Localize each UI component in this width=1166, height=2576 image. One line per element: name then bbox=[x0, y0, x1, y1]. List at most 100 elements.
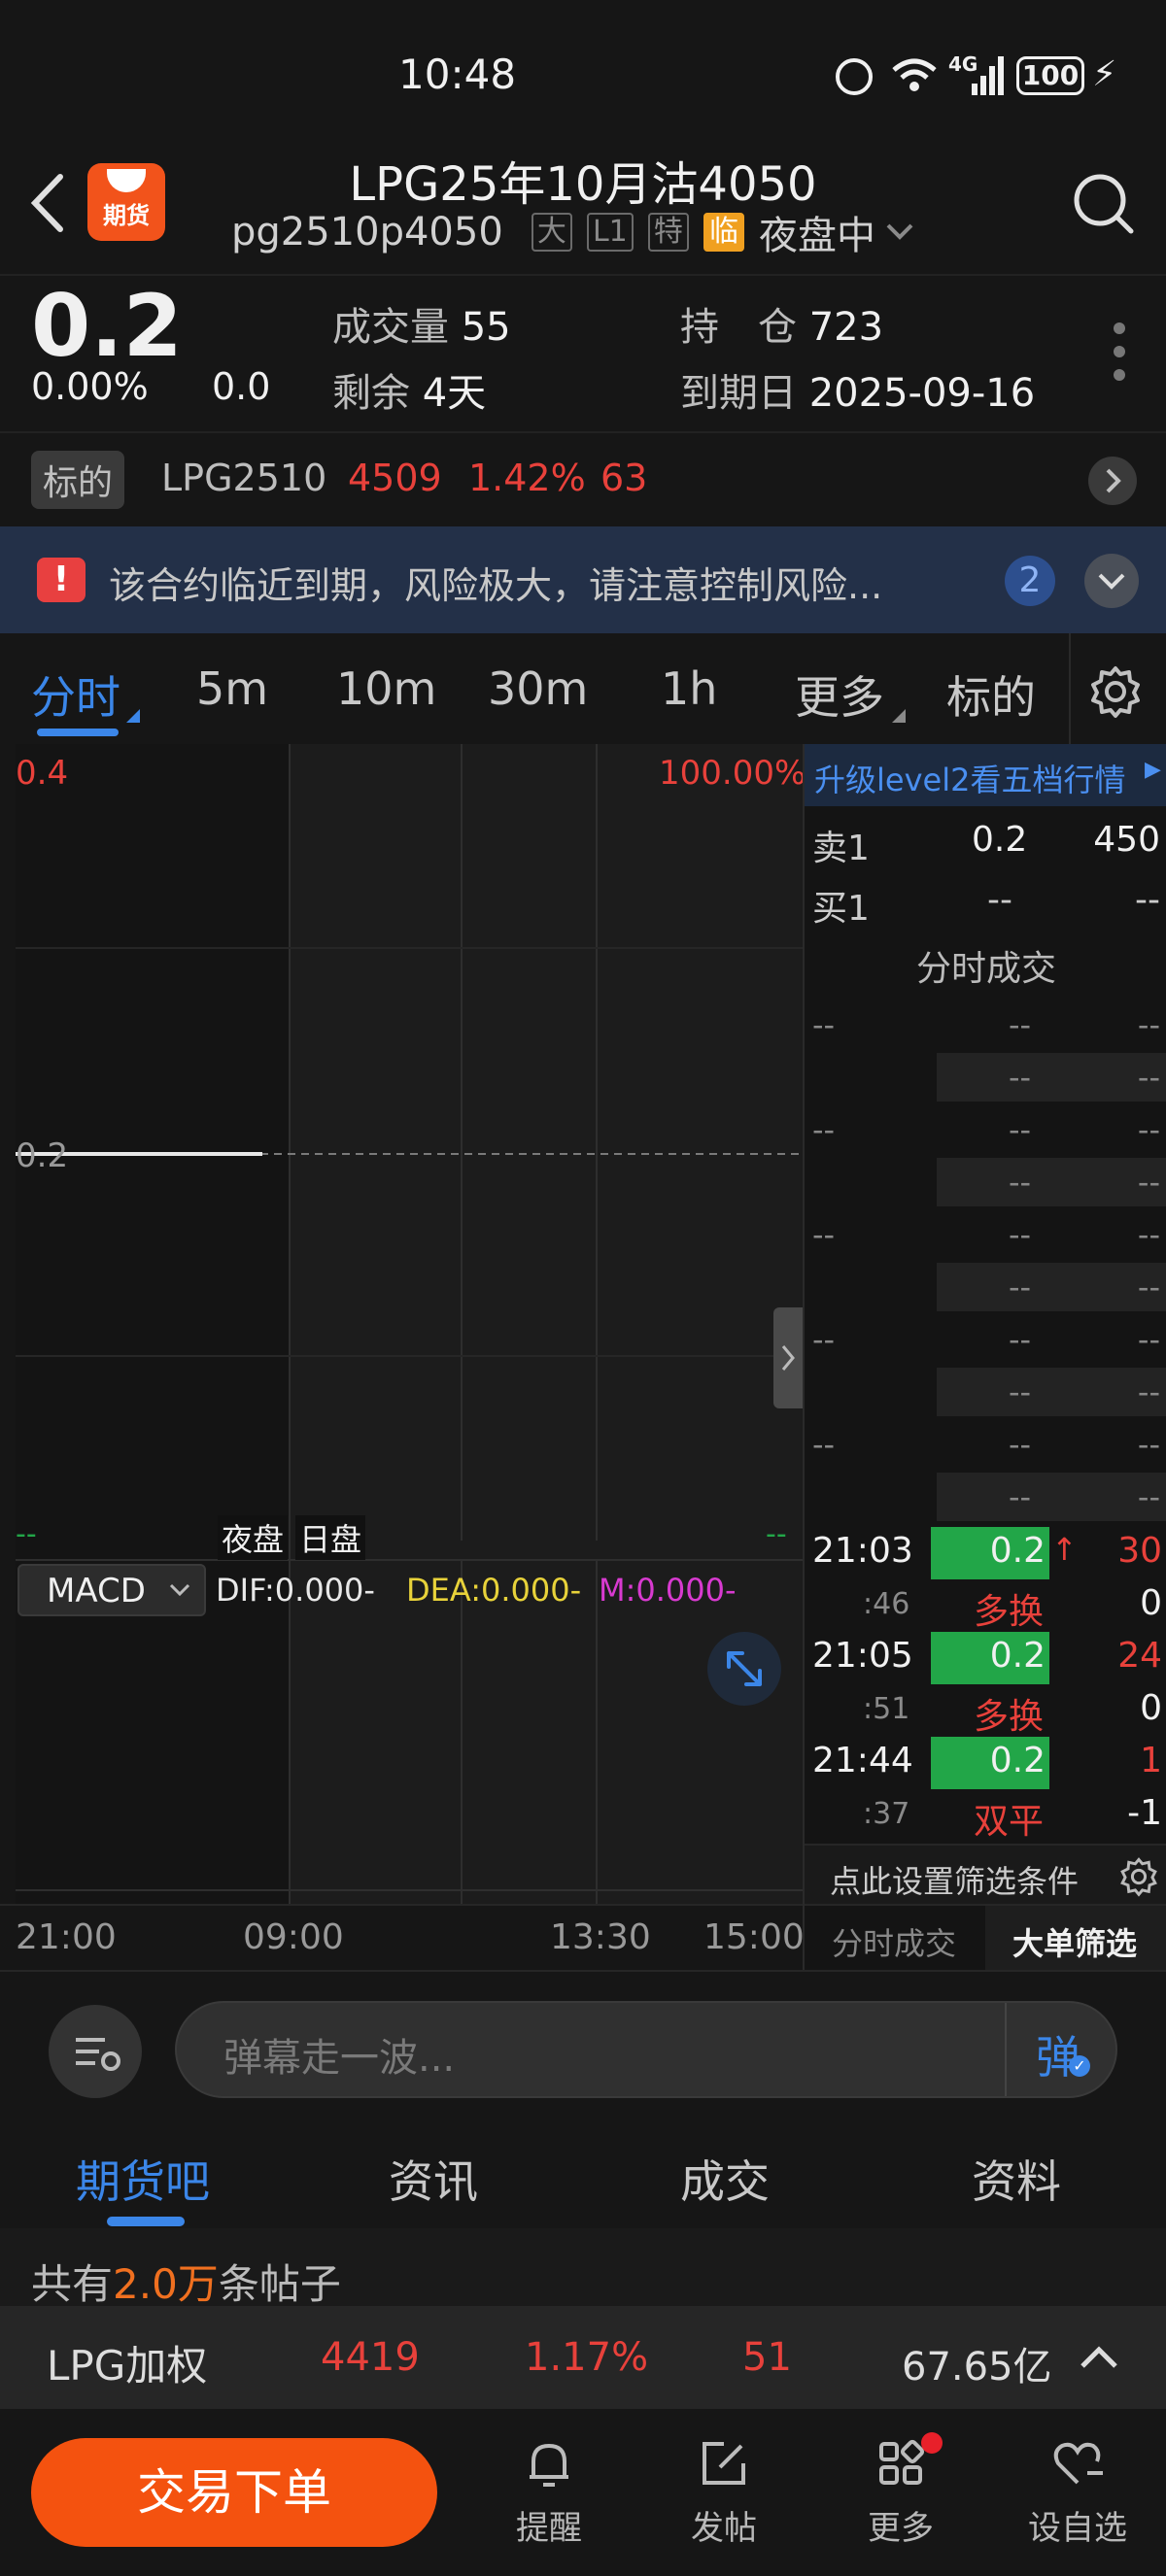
trade-type: 多换 bbox=[974, 1592, 1045, 1632]
empty-trade-row: -- -- bbox=[805, 1366, 1166, 1418]
upgrade-text: 升级level2看五档行情 bbox=[814, 762, 1126, 798]
underlying-percent: 1.42% bbox=[468, 457, 586, 499]
night-session-label: 夜盘 bbox=[218, 1515, 289, 1560]
danmu-toggle-button[interactable] bbox=[49, 2005, 142, 2098]
empty-cell: -- bbox=[812, 1111, 836, 1148]
bid-label: 买1 bbox=[812, 889, 870, 929]
watchlist-label: 设自选 bbox=[1028, 2509, 1127, 2548]
empty-cell: -- bbox=[1137, 1478, 1160, 1515]
post-button[interactable]: 发帖 bbox=[670, 2434, 777, 2549]
heart-plus-icon bbox=[1053, 2442, 1103, 2485]
trade-seconds: :51 bbox=[863, 1692, 910, 1726]
upgrade-level2-link[interactable]: 升级level2看五档行情 ▶ bbox=[805, 744, 1166, 806]
tab-forum[interactable]: 期货吧 bbox=[76, 2147, 210, 2211]
quote-panel: 0.2 0.00% 0.0 成交量 55 剩余 4天 持 仓 723 到期日 2… bbox=[0, 274, 1166, 429]
tab-10m[interactable]: 10m bbox=[336, 662, 436, 715]
expiry-value: 2025-09-16 bbox=[808, 371, 1036, 416]
more-vertical-icon[interactable] bbox=[1114, 322, 1125, 381]
bottom-action-bar: 交易下单 提醒 发帖 更多 设自选 bbox=[0, 2409, 1166, 2576]
indicator-select[interactable]: MACD bbox=[17, 1564, 206, 1616]
search-button[interactable] bbox=[1069, 169, 1137, 241]
expand-warning-button[interactable] bbox=[1084, 554, 1139, 608]
trade-order-label: 交易下单 bbox=[137, 2464, 331, 2521]
remind-button[interactable]: 提醒 bbox=[496, 2434, 602, 2549]
chevron-down-icon bbox=[169, 1583, 190, 1597]
trade-time: 21:03 bbox=[812, 1531, 913, 1571]
risk-warning-banner[interactable]: ! 该合约临近到期，风险极大，请注意控制风险... 2 bbox=[0, 526, 1166, 633]
tag-special: 特 bbox=[647, 213, 689, 252]
tab-intraday[interactable]: 分时 bbox=[31, 662, 120, 727]
tab-underlying[interactable]: 标的 bbox=[946, 662, 1036, 727]
ticker-amount: 67.65亿 bbox=[902, 2345, 1052, 2390]
empty-trade-row: -- -- bbox=[805, 1051, 1166, 1103]
chart-settings-button[interactable] bbox=[1086, 662, 1145, 725]
posts-count-value: 2.0万 bbox=[113, 2260, 219, 2308]
more-label: 更多 bbox=[868, 2509, 934, 2548]
alarm-icon bbox=[836, 58, 873, 95]
empty-cell: -- bbox=[812, 1006, 836, 1043]
empty-cell: -- bbox=[1009, 1216, 1032, 1253]
ticker-name: LPG加权 bbox=[47, 2342, 208, 2390]
empty-cell: -- bbox=[1137, 1373, 1160, 1410]
search-icon bbox=[1074, 174, 1134, 234]
empty-trade-row: -- -- bbox=[805, 1156, 1166, 1208]
underlying-code: LPG2510 bbox=[161, 457, 327, 499]
tab-30m[interactable]: 30m bbox=[488, 662, 588, 715]
empty-trade-row: -- -- -- bbox=[805, 1103, 1166, 1156]
tab-deals[interactable]: 成交 bbox=[680, 2147, 770, 2211]
volume-value: 55 bbox=[461, 305, 511, 350]
tab-1h[interactable]: 1h bbox=[661, 662, 717, 715]
trades-section-title: 分时成交 bbox=[915, 949, 1056, 989]
index-ticker[interactable]: LPG加权 4419 1.17% 51 67.65亿 bbox=[0, 2306, 1166, 2409]
x-label-2100: 21:00 bbox=[16, 1917, 117, 1957]
notification-dot bbox=[921, 2432, 943, 2454]
empty-trade-row: -- -- -- bbox=[805, 999, 1166, 1051]
empty-cell: -- bbox=[1137, 1059, 1160, 1096]
intraday-chart[interactable]: 0.4 100.00% 0.2 -- -- 夜盘 日盘 MACD DIF:0.0… bbox=[16, 744, 806, 1904]
trade-order-button[interactable]: 交易下单 bbox=[31, 2438, 437, 2547]
alert-icon: ! bbox=[37, 558, 86, 602]
empty-cell: -- bbox=[1137, 1006, 1160, 1043]
empty-cell: -- bbox=[1009, 1006, 1032, 1043]
chevron-right-icon[interactable] bbox=[1088, 457, 1137, 505]
x-label-1330: 13:30 bbox=[550, 1917, 651, 1957]
x-label-1500: 15:00 bbox=[703, 1917, 805, 1957]
trade-row-detail: :37 双平 -1 bbox=[805, 1789, 1166, 1842]
danmu-input[interactable]: 弹幕走一波... 弹 ✓ bbox=[175, 2001, 1117, 2098]
ask-volume: 450 bbox=[1093, 820, 1160, 860]
more-button[interactable]: 更多 bbox=[847, 2432, 954, 2549]
tab-trades[interactable]: 分时成交 bbox=[832, 1919, 956, 1964]
tab-big-orders[interactable]: 大单筛选 bbox=[1012, 1919, 1137, 1964]
chevron-up-icon[interactable] bbox=[1075, 2335, 1123, 2380]
remind-label: 提醒 bbox=[516, 2509, 582, 2548]
chevron-down-icon[interactable] bbox=[880, 218, 919, 247]
session-status[interactable]: 夜盘中 bbox=[759, 214, 875, 258]
tab-5m[interactable]: 5m bbox=[196, 662, 268, 715]
trade-volume: 24 bbox=[1117, 1636, 1162, 1676]
underlying-price: 4509 bbox=[348, 457, 442, 499]
expand-icon bbox=[727, 1651, 762, 1686]
empty-trade-row: -- -- bbox=[805, 1261, 1166, 1313]
empty-cell: -- bbox=[1009, 1111, 1032, 1148]
row-stripe bbox=[937, 1368, 1166, 1416]
bell-icon bbox=[530, 2443, 568, 2487]
app-header: 期货 LPG25年10月沽4050 pg2510p4050 大 L1 特 临 夜… bbox=[0, 146, 1166, 272]
trade-seconds: :46 bbox=[863, 1587, 910, 1621]
add-watchlist-button[interactable]: 设自选 bbox=[1024, 2434, 1131, 2549]
empty-cell: -- bbox=[1009, 1059, 1032, 1096]
collapse-panel-handle[interactable] bbox=[773, 1307, 803, 1408]
filter-settings-row[interactable]: 点此设置筛选条件 bbox=[805, 1844, 1166, 1904]
row-stripe bbox=[937, 1053, 1166, 1102]
warning-count-badge: 2 bbox=[1005, 556, 1055, 606]
danmu-send-button[interactable]: 弹 bbox=[1036, 2022, 1080, 2086]
tab-info[interactable]: 资料 bbox=[972, 2147, 1061, 2211]
tab-news[interactable]: 资讯 bbox=[389, 2147, 478, 2211]
underlying-label: 标的 bbox=[31, 451, 125, 509]
trade-volume: 1 bbox=[1140, 1741, 1162, 1780]
tab-more[interactable]: 更多 bbox=[795, 662, 884, 727]
underlying-row[interactable]: 标的 LPG2510 4509 1.42% 63 bbox=[0, 431, 1166, 526]
expand-chart-button[interactable] bbox=[707, 1632, 781, 1706]
y-axis-bottom-left: -- bbox=[16, 1517, 37, 1551]
filter-settings-text: 点此设置筛选条件 bbox=[830, 1863, 1080, 1900]
trade-price: 0.2 bbox=[989, 1531, 1046, 1571]
